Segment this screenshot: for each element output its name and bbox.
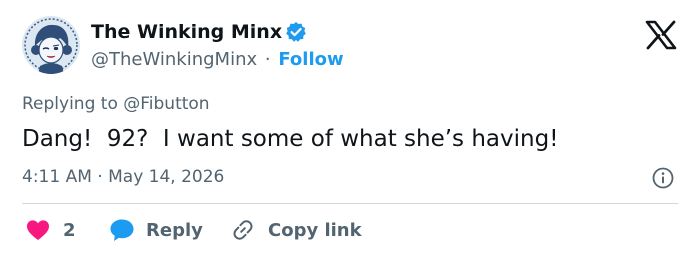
author-handle[interactable]: @TheWinkingMinx	[91, 49, 257, 70]
like-button[interactable]: 2	[22, 215, 76, 245]
post-text: Dang! 92? I want some of what she’s havi…	[22, 126, 559, 152]
reply-prefix: Replying to	[22, 94, 118, 114]
heart-icon	[27, 220, 49, 240]
speech-bubble-icon	[110, 219, 134, 241]
handle-separator: ·	[264, 49, 271, 70]
reply-context: Replying to @Fibutton	[22, 93, 210, 115]
author-name[interactable]: The Winking Minx	[91, 20, 282, 44]
reply-button[interactable]: Reply	[108, 215, 203, 245]
link-icon	[233, 220, 253, 240]
reply-label: Reply	[146, 219, 203, 241]
post-date: May 14, 2026	[108, 167, 225, 187]
like-count: 2	[63, 219, 76, 241]
embedded-post-card: The Winking Minx @TheWinkingMinx · Follo…	[0, 0, 700, 256]
verified-badge-icon	[286, 22, 306, 42]
copy-link-label: Copy link	[268, 219, 362, 241]
author-handle-line: @TheWinkingMinx · Follow	[91, 48, 344, 72]
post-time: 4:11 AM	[22, 167, 92, 187]
post-timestamp[interactable]: 4:11 AM · May 14, 2026	[22, 166, 224, 188]
divider	[22, 203, 678, 204]
follow-button[interactable]: Follow	[278, 49, 343, 70]
info-icon[interactable]	[651, 166, 675, 190]
reply-mention-link[interactable]: @Fibutton	[123, 94, 209, 114]
copy-link-button[interactable]: Copy link	[230, 215, 362, 245]
timestamp-separator: ·	[97, 167, 103, 187]
avatar-illustration	[22, 16, 80, 74]
x-logo-icon[interactable]	[644, 20, 678, 50]
avatar[interactable]	[22, 16, 80, 74]
